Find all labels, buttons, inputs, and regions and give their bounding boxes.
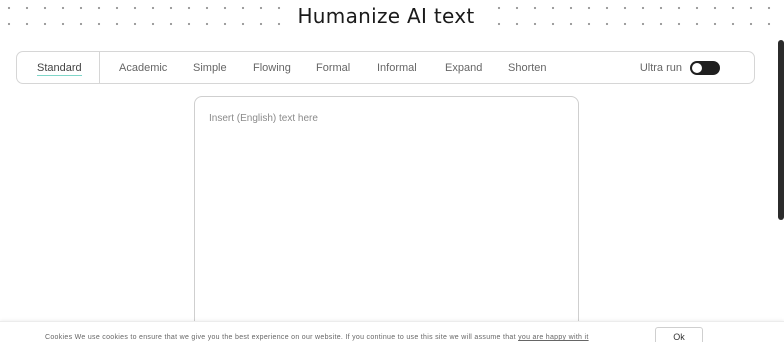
mode-tab-label: Standard (37, 62, 82, 76)
page-title: Humanize AI text (297, 4, 475, 28)
cookie-policy-link[interactable]: you are happy with it (518, 334, 589, 341)
ultra-run-label: Ultra run (639, 62, 682, 74)
mode-tab-label: Formal (316, 62, 351, 74)
mode-tab-label: Shorten (508, 62, 547, 74)
mode-tab-label: Simple (193, 62, 227, 74)
cookie-text: Cookies We use cookies to ensure that we… (45, 334, 519, 341)
mode-divider (99, 52, 100, 83)
cookie-ok-button[interactable]: Ok (655, 327, 703, 342)
cookie-message: Cookies We use cookies to ensure that we… (45, 334, 589, 341)
mode-tab-standard[interactable]: Standard (37, 52, 82, 83)
ultra-run-toggle[interactable] (690, 61, 720, 75)
toggle-knob (692, 63, 702, 73)
mode-tab-simple[interactable]: Simple (193, 52, 227, 83)
mode-tab-formal[interactable]: Formal (316, 52, 350, 83)
page: Humanize AI text Standard Academic Simpl… (0, 0, 784, 342)
mode-tab-label: Expand (445, 62, 483, 74)
mode-tab-academic[interactable]: Academic (119, 52, 167, 83)
mode-tab-label: Academic (119, 62, 168, 74)
mode-tab-label: Flowing (253, 62, 291, 74)
text-editor (194, 96, 579, 342)
mode-tab-expand[interactable]: Expand (445, 52, 482, 83)
page-scrollbar[interactable] (778, 40, 784, 220)
input-text-area[interactable] (209, 113, 559, 313)
mode-tab-label: Informal (377, 62, 417, 74)
cookie-banner: Cookies We use cookies to ensure that we… (0, 321, 784, 342)
mode-tab-informal[interactable]: Informal (377, 52, 417, 83)
mode-tab-shorten[interactable]: Shorten (508, 52, 547, 83)
mode-tab-flowing[interactable]: Flowing (253, 52, 291, 83)
mode-bar: Standard Academic Simple Flowing Formal … (16, 51, 755, 84)
